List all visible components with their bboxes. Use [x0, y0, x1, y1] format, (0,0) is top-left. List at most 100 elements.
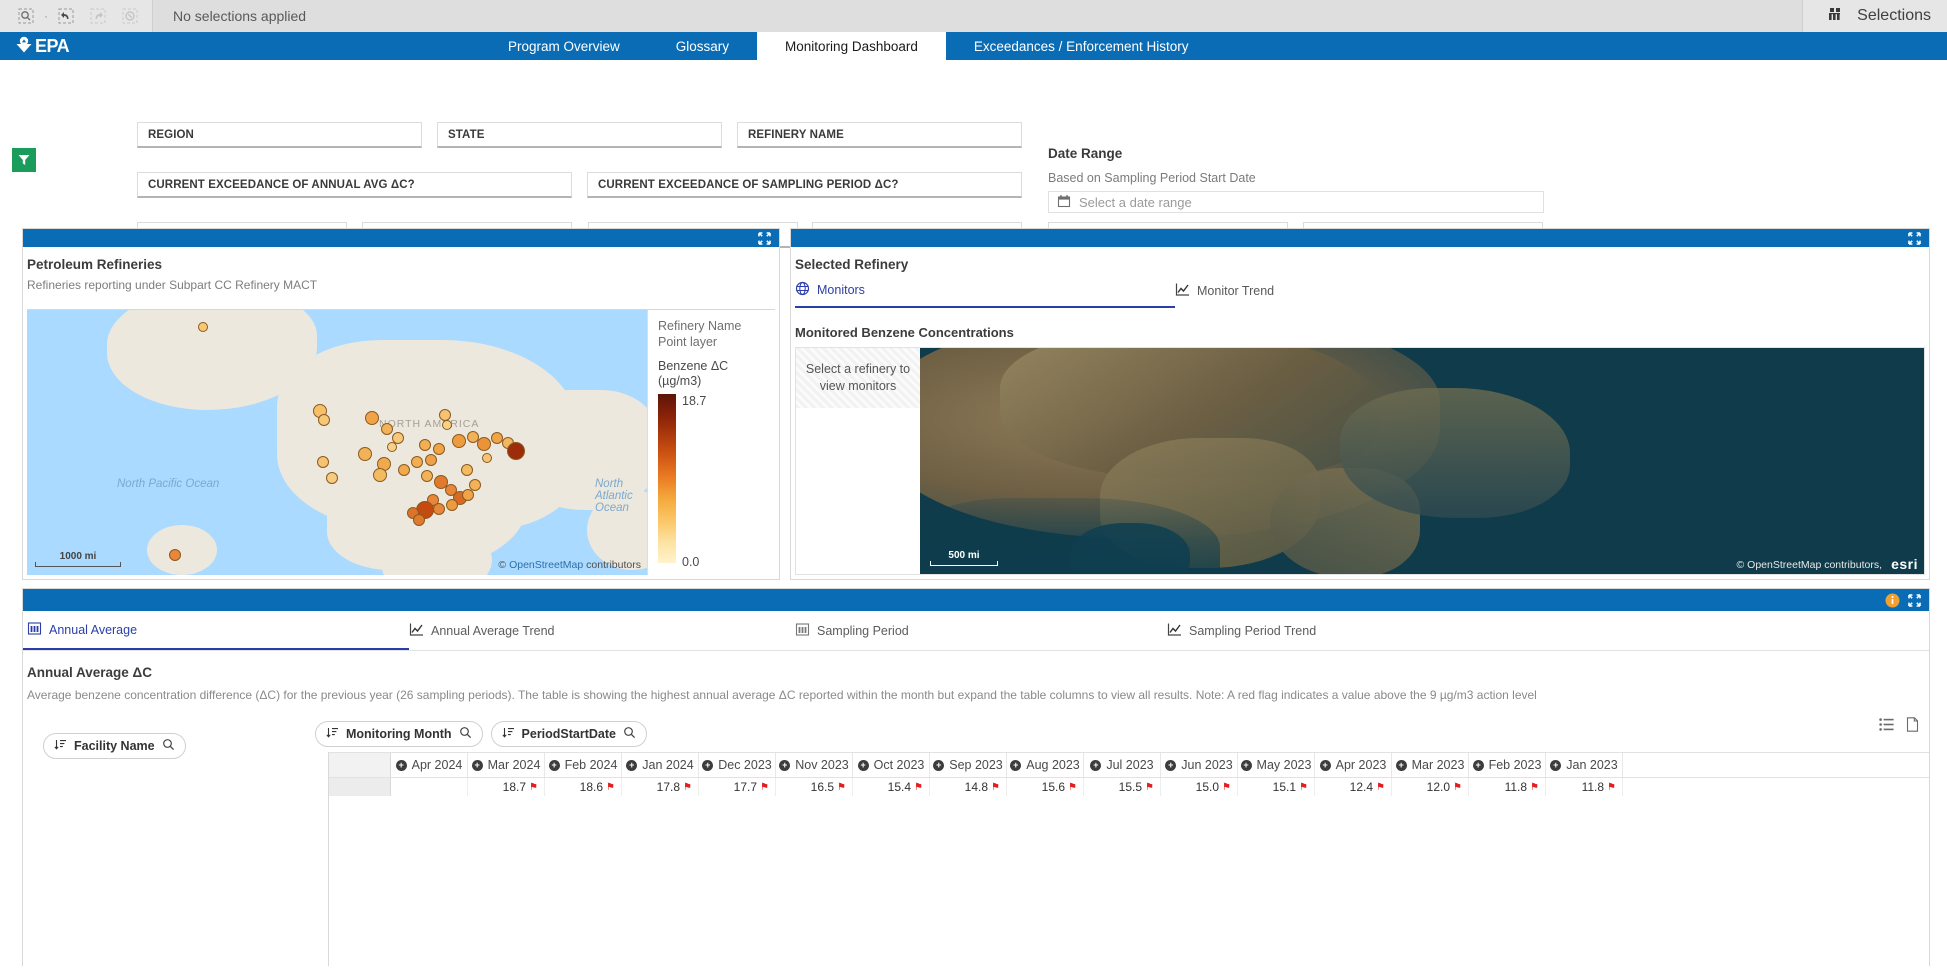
table-cell[interactable]: 18.6 ⚑	[545, 778, 622, 796]
step-forward-icon[interactable]	[82, 4, 114, 28]
refinery-point[interactable]	[425, 454, 437, 466]
table-column-header[interactable]: + Sep 2023	[930, 753, 1007, 777]
filter-funnel-icon[interactable]	[12, 148, 36, 172]
refinery-point[interactable]	[477, 437, 491, 451]
refinery-point[interactable]	[433, 443, 445, 455]
expand-column-icon[interactable]: +	[1319, 759, 1331, 771]
table-cell[interactable]: 17.7 ⚑	[699, 778, 776, 796]
refinery-point[interactable]	[507, 442, 525, 460]
filter-refinery-name[interactable]: REFINERY NAME	[737, 122, 1022, 148]
info-icon[interactable]	[1885, 593, 1900, 608]
table-cell[interactable]: 15.1 ⚑	[1238, 778, 1315, 796]
refinery-point[interactable]	[452, 434, 466, 448]
expand-column-icon[interactable]: +	[702, 759, 714, 771]
refinery-point[interactable]	[398, 464, 410, 476]
refineries-map[interactable]: North Pacific Ocean North Atlantic Ocean…	[27, 310, 647, 575]
table-cell[interactable]: 15.4 ⚑	[853, 778, 930, 796]
refinery-point[interactable]	[421, 470, 433, 482]
list-view-icon[interactable]	[1879, 718, 1894, 734]
refinery-point[interactable]	[469, 479, 481, 491]
expand-column-icon[interactable]: +	[1395, 759, 1407, 771]
table-column-header[interactable]: + Apr 2023	[1315, 753, 1392, 777]
refinery-point[interactable]	[326, 472, 338, 484]
expand-column-icon[interactable]: +	[395, 759, 407, 771]
expand-column-icon[interactable]: +	[1550, 759, 1562, 771]
table-cell[interactable]: 18.7 ⚑	[468, 778, 545, 796]
table-column-header[interactable]: + May 2023	[1238, 753, 1315, 777]
nav-tab-program-overview[interactable]: Program Overview	[480, 32, 648, 60]
table-column-header[interactable]: + Feb 2023	[1469, 753, 1546, 777]
table-column-header[interactable]: + Jun 2023	[1161, 753, 1238, 777]
refinery-point[interactable]	[318, 414, 330, 426]
monitor-satellite-map[interactable]: 500 mi © OpenStreetMap contributors, esr…	[920, 348, 1924, 574]
expand-column-icon[interactable]: +	[626, 759, 638, 771]
refinery-point[interactable]	[387, 442, 397, 452]
table-column-header[interactable]: + Mar 2024	[468, 753, 545, 777]
table-column-header[interactable]: + Aug 2023	[1007, 753, 1084, 777]
clear-selections-icon[interactable]	[114, 4, 146, 28]
search-icon[interactable]	[459, 726, 472, 742]
filter-region[interactable]: REGION	[137, 122, 422, 148]
table-cell[interactable]: 14.8 ⚑	[930, 778, 1007, 796]
table-cell[interactable]: 15.6 ⚑	[1007, 778, 1084, 796]
table-column-header[interactable]: + Mar 2023	[1392, 753, 1469, 777]
table-cell[interactable]: 15.5 ⚑	[1084, 778, 1161, 796]
expand-column-icon[interactable]: +	[933, 759, 945, 771]
table-column-header[interactable]: + Nov 2023	[776, 753, 853, 777]
subtab-monitors[interactable]: Monitors	[795, 281, 1175, 308]
expand-icon[interactable]	[758, 231, 771, 245]
refinery-point[interactable]	[373, 468, 387, 482]
nav-tab-monitoring-dashboard[interactable]: Monitoring Dashboard	[757, 32, 946, 60]
table-cell[interactable]: 12.4 ⚑	[1315, 778, 1392, 796]
refinery-point[interactable]	[317, 456, 329, 468]
selections-tool-icon[interactable]	[10, 4, 42, 28]
refinery-point[interactable]	[358, 447, 372, 461]
refinery-point[interactable]	[442, 420, 452, 430]
refinery-point[interactable]	[433, 503, 445, 515]
refinery-point[interactable]	[198, 322, 208, 332]
tab-sampling-period-trend[interactable]: Sampling Period Trend	[1167, 611, 1929, 650]
table-cell[interactable]	[391, 778, 468, 796]
filter-current-exceedance-sampling-period[interactable]: CURRENT EXCEEDANCE OF SAMPLING PERIOD ΔC…	[587, 172, 1022, 198]
table-scroll-area[interactable]: + Apr 2024 + Mar 2024 + Feb 2024 + Jan 2024 + Dec…	[329, 752, 1929, 966]
nav-tab-exceedances-enforcement-history[interactable]: Exceedances / Enforcement History	[946, 32, 1217, 60]
expand-column-icon[interactable]: +	[1010, 759, 1022, 771]
period-start-date-sort-chip[interactable]: PeriodStartDate	[490, 721, 648, 747]
expand-column-icon[interactable]: +	[1472, 759, 1484, 771]
filter-state[interactable]: STATE	[437, 122, 722, 148]
expand-column-icon[interactable]: +	[1240, 759, 1252, 771]
refinery-point[interactable]	[365, 411, 379, 425]
refinery-point[interactable]	[482, 453, 492, 463]
date-range-input[interactable]: Select a date range	[1048, 191, 1544, 213]
tab-annual-average-trend[interactable]: Annual Average Trend	[409, 611, 795, 650]
tab-sampling-period[interactable]: Sampling Period	[795, 611, 1167, 650]
refinery-point[interactable]	[413, 514, 425, 526]
table-cell[interactable]: 11.8 ⚑	[1546, 778, 1623, 796]
refinery-point[interactable]	[461, 464, 473, 476]
table-column-header[interactable]: + Dec 2023	[699, 753, 776, 777]
table-column-header[interactable]: + Jan 2024	[622, 753, 699, 777]
expand-column-icon[interactable]: +	[779, 759, 791, 771]
table-cell[interactable]: 15.0 ⚑	[1161, 778, 1238, 796]
table-cell[interactable]: 16.5 ⚑	[776, 778, 853, 796]
table-column-header[interactable]: + Jul 2023	[1084, 753, 1161, 777]
refinery-point[interactable]	[381, 423, 393, 435]
export-icon[interactable]	[1906, 717, 1919, 735]
refinery-point[interactable]	[446, 499, 458, 511]
step-back-icon[interactable]	[50, 4, 82, 28]
refinery-point[interactable]	[411, 456, 423, 468]
expand-icon[interactable]	[1908, 231, 1921, 245]
subtab-monitor-trend[interactable]: Monitor Trend	[1175, 281, 1475, 308]
table-cell[interactable]: 17.8 ⚑	[622, 778, 699, 796]
expand-column-icon[interactable]: +	[1165, 759, 1177, 771]
table-cell[interactable]: 11.8 ⚑	[1469, 778, 1546, 796]
monitoring-month-sort-chip[interactable]: Monitoring Month	[315, 721, 483, 747]
expand-column-icon[interactable]: +	[857, 759, 869, 771]
table-row[interactable]: 18.7 ⚑ 18.6 ⚑ 17.8 ⚑ 17.7 ⚑ 16.5 ⚑ 15.4 ⚑ 14.8 ⚑ 15.6 ⚑…	[329, 778, 1929, 796]
table-column-header[interactable]: + Jan 2023	[1546, 753, 1623, 777]
table-column-header[interactable]: + Oct 2023	[853, 753, 930, 777]
search-icon[interactable]	[623, 726, 636, 742]
selections-button[interactable]: Selections	[1802, 0, 1947, 32]
table-cell[interactable]: 12.0 ⚑	[1392, 778, 1469, 796]
filter-current-exceedance-annual-avg[interactable]: CURRENT EXCEEDANCE OF ANNUAL AVG ΔC?	[137, 172, 572, 198]
